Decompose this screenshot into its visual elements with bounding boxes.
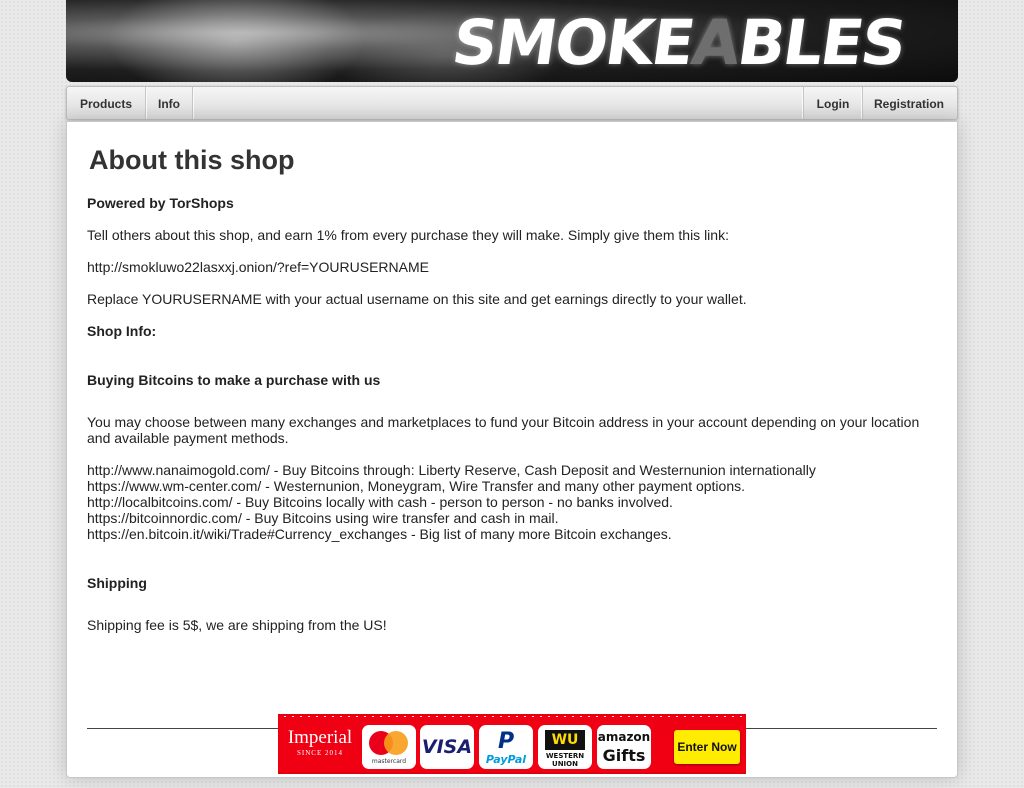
site-logo[interactable]: SMOKEABLES	[448, 6, 909, 79]
shipping-text: Shipping fee is 5$, we are shipping from…	[87, 617, 387, 633]
gifts-label: Gifts	[602, 746, 646, 765]
exchange-item[interactable]: https://www.wm-center.com/ - Westernunio…	[87, 478, 745, 494]
nav-bar: Products Info Login Registration	[66, 86, 958, 120]
western-union-mark: WU	[545, 730, 585, 750]
mastercard-icon: mastercard	[362, 725, 416, 769]
paypal-label: PayPal	[485, 753, 527, 766]
exchange-item[interactable]: https://en.bitcoin.it/wiki/Trade#Currenc…	[87, 526, 672, 542]
ad-brand-sub: SINCE 2014	[297, 749, 343, 757]
site-banner: SMOKEABLES	[66, 0, 958, 82]
referral-link[interactable]: http://smokluwo22lasxxj.onion/?ref=YOURU…	[87, 259, 429, 275]
smoke-decoration	[106, 0, 366, 82]
bitcoin-intro: You may choose between many exchanges an…	[87, 414, 920, 446]
ad-brand-name: Imperial	[287, 727, 353, 748]
nav-products[interactable]: Products	[67, 87, 146, 119]
exchange-item[interactable]: http://www.nanaimogold.com/ - Buy Bitcoi…	[87, 462, 816, 478]
main-content: About this shop Powered by TorShops Tell…	[66, 121, 958, 778]
ad-brand-logo: Imperial SINCE 2014	[282, 727, 358, 767]
referral-intro: Tell others about this shop, and earn 1%…	[87, 227, 729, 243]
page-title: About this shop	[89, 145, 295, 175]
mastercard-label: mastercard	[371, 758, 407, 765]
logo-text: BLES	[733, 6, 910, 79]
enter-now-button[interactable]: Enter Now	[674, 730, 740, 764]
mastercard-orange-circle	[384, 731, 408, 755]
referral-note: Replace YOURUSERNAME with your actual us…	[87, 291, 747, 307]
amazon-label: amazon	[597, 730, 651, 744]
nav-login[interactable]: Login	[803, 87, 862, 119]
amazon-gifts-icon: amazon Gifts	[597, 725, 651, 769]
shipping-heading: Shipping	[87, 575, 147, 591]
ad-banner[interactable]: Imperial SINCE 2014 mastercard VISA P Pa…	[278, 714, 746, 774]
powered-by: Powered by TorShops	[87, 195, 234, 211]
paypal-icon: P PayPal	[479, 725, 533, 769]
exchange-item[interactable]: http://localbitcoins.com/ - Buy Bitcoins…	[87, 494, 673, 510]
nav-registration[interactable]: Registration	[862, 87, 955, 119]
exchange-item[interactable]: https://bitcoinnordic.com/ - Buy Bitcoin…	[87, 510, 559, 526]
western-union-icon: WU WESTERN UNION	[538, 725, 592, 769]
bitcoin-heading: Buying Bitcoins to make a purchase with …	[87, 372, 381, 388]
shop-info-label: Shop Info:	[87, 323, 157, 339]
visa-icon: VISA	[420, 725, 474, 769]
paypal-mark: P	[498, 729, 515, 754]
ad-background: Imperial SINCE 2014 mastercard VISA P Pa…	[278, 717, 746, 771]
nav-info[interactable]: Info	[146, 87, 193, 119]
logo-text: SMOKE	[447, 6, 698, 79]
western-union-label: WESTERN UNION	[545, 752, 585, 768]
